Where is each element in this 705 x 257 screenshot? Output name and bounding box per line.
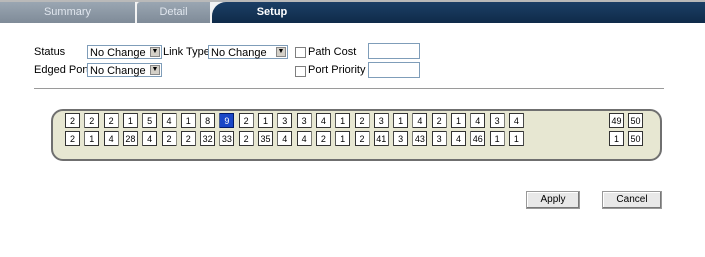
tab-setup[interactable]: Setup — [212, 2, 705, 23]
port-top-21[interactable]: 1 — [451, 113, 466, 128]
port-bottom-18[interactable]: 3 — [393, 131, 409, 146]
uplink-port-bottom-2[interactable]: 50 — [628, 131, 643, 146]
status-label: Status — [34, 46, 66, 58]
port-top-20[interactable]: 2 — [431, 113, 447, 128]
port-top-22[interactable]: 4 — [470, 113, 486, 128]
apply-button[interactable]: Apply — [526, 191, 580, 209]
port-top-24[interactable]: 4 — [508, 113, 524, 128]
port-priority-checkbox[interactable] — [295, 66, 306, 77]
port-top-9[interactable]: 9 — [219, 113, 235, 128]
port-bottom-2[interactable]: 1 — [84, 131, 100, 146]
port-top-11[interactable]: 1 — [258, 113, 273, 128]
chevron-down-icon: ▼ — [276, 47, 286, 57]
port-bottom-10[interactable]: 2 — [238, 131, 254, 146]
link-type-select[interactable]: No Change ▼ — [208, 45, 288, 59]
port-top-23[interactable]: 3 — [489, 113, 505, 128]
path-cost-input[interactable] — [368, 43, 420, 59]
port-top-8[interactable]: 8 — [200, 113, 216, 128]
chevron-down-icon: ▼ — [150, 47, 160, 57]
port-top-5[interactable]: 5 — [142, 113, 158, 128]
port-top-4[interactable]: 1 — [122, 113, 138, 128]
link-type-select-value: No Change — [211, 47, 267, 59]
port-bottom-15[interactable]: 1 — [335, 131, 351, 146]
port-top-10[interactable]: 2 — [238, 113, 254, 128]
edged-port-label: Edged Port — [34, 64, 90, 76]
port-top-15[interactable]: 1 — [335, 113, 351, 128]
uplink-port-bottom-1[interactable]: 1 — [609, 131, 624, 146]
port-priority-label: Port Priority — [308, 64, 366, 76]
port-priority-input[interactable] — [368, 62, 420, 78]
port-top-14[interactable]: 4 — [315, 113, 331, 128]
port-bottom-1[interactable]: 2 — [65, 131, 80, 146]
port-bottom-5[interactable]: 4 — [142, 131, 158, 146]
divider — [34, 88, 664, 89]
port-top-18[interactable]: 1 — [393, 113, 409, 128]
port-bottom-9[interactable]: 33 — [219, 131, 235, 146]
port-top-7[interactable]: 1 — [180, 113, 196, 128]
status-select-value: No Change — [90, 47, 146, 59]
link-type-label: Link Type — [163, 46, 210, 58]
port-top-16[interactable]: 2 — [354, 113, 370, 128]
path-cost-label: Path Cost — [308, 46, 357, 58]
port-top-19[interactable]: 4 — [412, 113, 428, 128]
port-top-13[interactable]: 3 — [296, 113, 312, 128]
port-bottom-24[interactable]: 1 — [508, 131, 524, 146]
port-bottom-19[interactable]: 43 — [412, 131, 428, 146]
port-bottom-3[interactable]: 4 — [103, 131, 119, 146]
port-bottom-20[interactable]: 3 — [431, 131, 447, 146]
tab-bar: Summary Detail Setup — [0, 2, 705, 23]
port-top-17[interactable]: 3 — [373, 113, 389, 128]
edged-port-select[interactable]: No Change ▼ — [87, 63, 162, 77]
port-bottom-6[interactable]: 2 — [161, 131, 177, 146]
port-bottom-17[interactable]: 41 — [373, 131, 389, 146]
tab-detail[interactable]: Detail — [137, 2, 210, 23]
port-bottom-4[interactable]: 28 — [122, 131, 138, 146]
port-bottom-13[interactable]: 4 — [296, 131, 312, 146]
cancel-button[interactable]: Cancel — [602, 191, 662, 209]
port-bottom-21[interactable]: 4 — [451, 131, 466, 146]
port-bottom-7[interactable]: 2 — [180, 131, 196, 146]
port-top-1[interactable]: 2 — [65, 113, 80, 128]
port-bottom-23[interactable]: 1 — [489, 131, 505, 146]
edged-port-select-value: No Change — [90, 65, 146, 77]
tab-setup-label: Setup — [256, 6, 288, 18]
port-bottom-14[interactable]: 2 — [315, 131, 331, 146]
uplink-port-top-1[interactable]: 49 — [609, 113, 624, 128]
tab-summary[interactable]: Summary — [0, 2, 135, 23]
port-bottom-11[interactable]: 35 — [258, 131, 273, 146]
path-cost-checkbox[interactable] — [295, 47, 306, 58]
port-top-12[interactable]: 3 — [277, 113, 293, 128]
port-bottom-12[interactable]: 4 — [277, 131, 293, 146]
port-bottom-16[interactable]: 2 — [354, 131, 370, 146]
port-top-2[interactable]: 2 — [84, 113, 100, 128]
port-panel: 2 2 2 1 5 4 1 8 9 2 1 3 3 4 1 2 3 1 4 2 1 4 3 4 2 1 4 28 4 2 2 32 33 2 35 4… — [51, 109, 662, 161]
chevron-down-icon: ▼ — [150, 65, 160, 75]
port-bottom-22[interactable]: 46 — [470, 131, 486, 146]
port-bottom-8[interactable]: 32 — [200, 131, 216, 146]
port-top-3[interactable]: 2 — [103, 113, 119, 128]
status-select[interactable]: No Change ▼ — [87, 45, 162, 59]
port-top-6[interactable]: 4 — [161, 113, 177, 128]
uplink-port-top-2[interactable]: 50 — [628, 113, 643, 128]
